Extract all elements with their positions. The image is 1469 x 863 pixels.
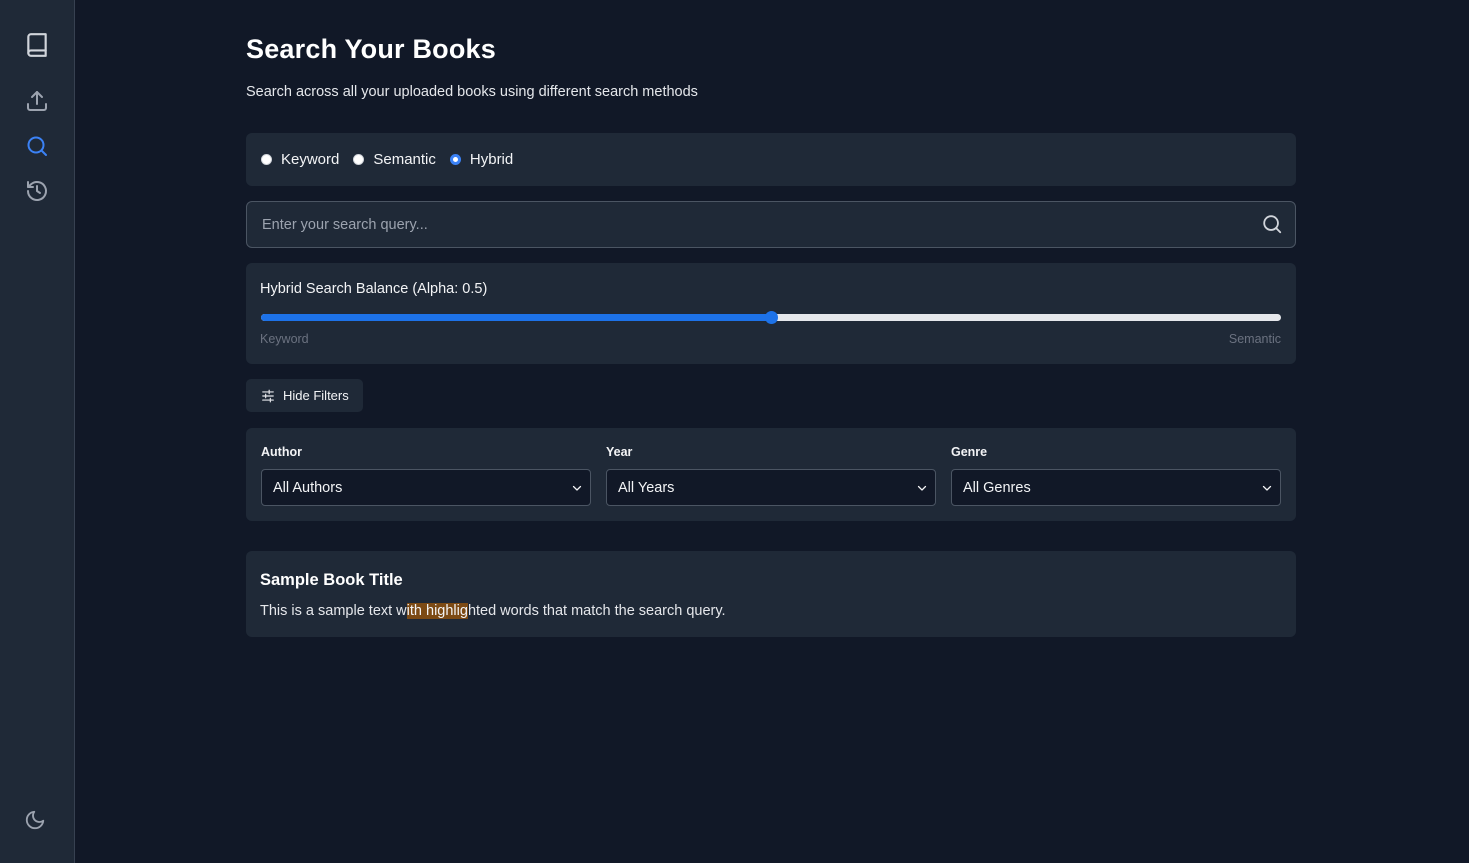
search-submit-icon[interactable]	[1261, 213, 1283, 235]
nav-search-button[interactable]	[22, 133, 52, 163]
slider-max-label: Semantic	[1228, 332, 1281, 346]
chevron-down-icon	[917, 485, 927, 491]
result-text-before: This is a sample text w	[260, 603, 407, 619]
radio-keyword-label: Keyword	[281, 151, 340, 168]
chevron-down-icon	[572, 485, 582, 491]
radio-keyword[interactable]: Keyword	[261, 151, 339, 168]
sliders-icon	[262, 389, 274, 402]
year-filter-label: Year	[606, 445, 633, 459]
search-icon	[25, 134, 49, 163]
result-highlight: ith highlig	[406, 603, 468, 619]
hide-filters-label: Hide Filters	[283, 388, 349, 403]
slider-thumb[interactable]	[765, 311, 778, 324]
chevron-down-icon	[1262, 485, 1272, 491]
page-title: Search Your Books	[246, 34, 496, 64]
year-select[interactable]: All Years	[606, 469, 936, 506]
moon-icon	[24, 810, 46, 835]
slider-min-label: Keyword	[260, 332, 309, 346]
radio-hybrid[interactable]: Hybrid	[449, 151, 514, 168]
radio-hybrid-dot[interactable]	[449, 154, 461, 165]
nav-upload-button[interactable]	[22, 88, 52, 118]
radio-hybrid-label: Hybrid	[469, 151, 514, 168]
search-input[interactable]	[247, 202, 1247, 247]
radio-semantic[interactable]: Semantic	[353, 151, 436, 168]
book-icon	[24, 32, 50, 63]
author-select-value: All Authors	[273, 479, 343, 496]
theme-toggle-button[interactable]	[24, 809, 50, 835]
radio-semantic-dot[interactable]	[353, 154, 365, 165]
alpha-slider[interactable]	[261, 311, 1281, 324]
slider-label: Hybrid Search Balance (Alpha: 0.5)	[260, 281, 488, 297]
radio-keyword-dot[interactable]	[261, 154, 272, 165]
result-title: Sample Book Title	[260, 571, 403, 589]
nav-books-button[interactable]	[22, 32, 52, 62]
upload-icon	[25, 89, 49, 118]
author-select[interactable]: All Authors	[261, 469, 591, 506]
page-subtitle: Search across all your uploaded books us…	[246, 84, 698, 100]
slider-fill	[261, 314, 771, 321]
genre-select-value: All Genres	[963, 479, 1031, 496]
search-mode-panel: Keyword Semantic Hybrid	[246, 133, 1296, 186]
genre-filter-label: Genre	[951, 445, 988, 459]
hide-filters-button[interactable]: Hide Filters	[246, 379, 363, 412]
radio-semantic-label: Semantic	[373, 151, 436, 168]
search-box	[246, 201, 1296, 248]
history-icon	[25, 179, 49, 208]
result-snippet: This is a sample text with highlighted w…	[260, 603, 726, 619]
hybrid-balance-panel: Hybrid Search Balance (Alpha: 0.5) Keywo…	[246, 263, 1296, 364]
nav-history-button[interactable]	[22, 178, 52, 208]
sidebar	[0, 0, 75, 863]
result-text-after: hted words that match the search query.	[467, 603, 726, 619]
search-result-card[interactable]: Sample Book Title This is a sample text …	[246, 551, 1296, 637]
filters-panel: Author All Authors Year All Years Genre …	[246, 428, 1296, 521]
genre-select[interactable]: All Genres	[951, 469, 1281, 506]
author-filter-label: Author	[261, 445, 302, 459]
year-select-value: All Years	[618, 479, 675, 496]
